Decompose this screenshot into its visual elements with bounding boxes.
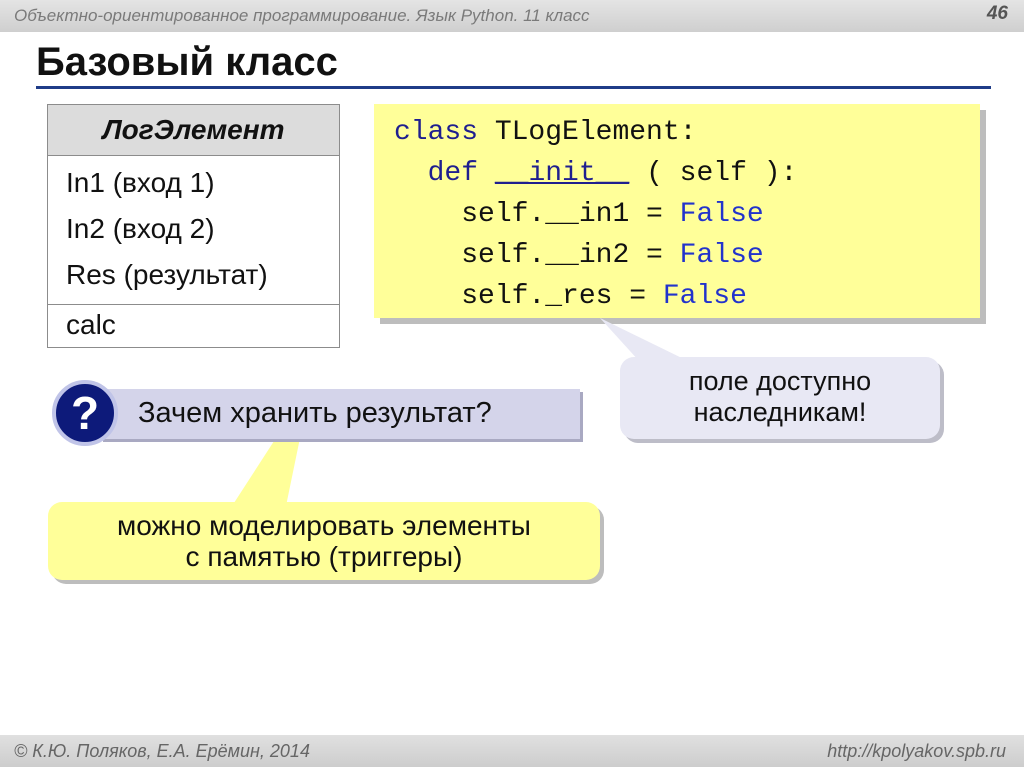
code-in2-attr: self.__in2 [461,240,630,271]
inheritance-callout: поле доступно наследникам! [620,357,940,439]
answer-line1: можно моделировать элементы [117,510,531,541]
question-text: Зачем хранить результат? [138,397,492,429]
code-res-attr: self._res [461,281,613,312]
code-class-name: TLogElement: [478,117,697,148]
title-underline [36,86,991,89]
code-block: class TLogElement: def __init__ ( self )… [374,104,980,318]
question-mark-icon: ? [52,380,118,446]
code-init-name: __init__ [494,158,630,189]
inheritance-callout-line2: наследникам! [693,397,867,427]
question-bar: Зачем хранить результат? [100,389,580,439]
code-false-2: False [679,240,764,271]
field-in1: In1 (вход 1) [66,167,215,198]
field-res: Res (результат) [66,259,268,290]
code-false-3: False [662,281,747,312]
slide-title: Базовый класс [36,40,338,84]
code-eq-2: = [629,240,680,271]
inheritance-callout-tail [600,318,690,362]
footer-authors: © К.Ю. Поляков, Е.А. Ерёмин, 2014 [14,741,310,761]
code-in1-attr: self.__in1 [461,199,630,230]
class-name: ЛогЭлемент [48,105,339,156]
code-keyword-class: class [394,117,479,148]
slide-header: Объектно-ориентированное программировани… [0,0,1024,32]
field-in2: In2 (вход 2) [66,213,215,244]
code-eq-3: = [612,281,663,312]
answer-callout: можно моделировать элементы с памятью (т… [48,502,600,580]
class-methods: calc [48,305,339,347]
footer-site-link[interactable]: http://kpolyakov.spb.ru [827,741,1006,762]
code-init-params: ( self ): [646,158,798,189]
method-calc: calc [66,309,116,340]
slide-footer: © К.Ю. Поляков, Е.А. Ерёмин, 2014 http:/… [0,735,1024,767]
inheritance-callout-line1: поле доступно [688,366,872,396]
code-keyword-def: def [427,158,479,189]
code-false-1: False [679,199,764,230]
slide-number: 46 [986,3,1008,24]
course-title: Объектно-ориентированное программировани… [14,6,590,25]
answer-callout-tail [232,438,300,506]
class-diagram-table: ЛогЭлемент In1 (вход 1) In2 (вход 2) Res… [47,104,340,348]
class-fields: In1 (вход 1) In2 (вход 2) Res (результат… [48,156,339,305]
code-text: class TLogElement: def __init__ ( self )… [394,112,797,317]
answer-line2: с памятью (триггеры) [185,541,463,572]
code-eq-1: = [629,199,680,230]
